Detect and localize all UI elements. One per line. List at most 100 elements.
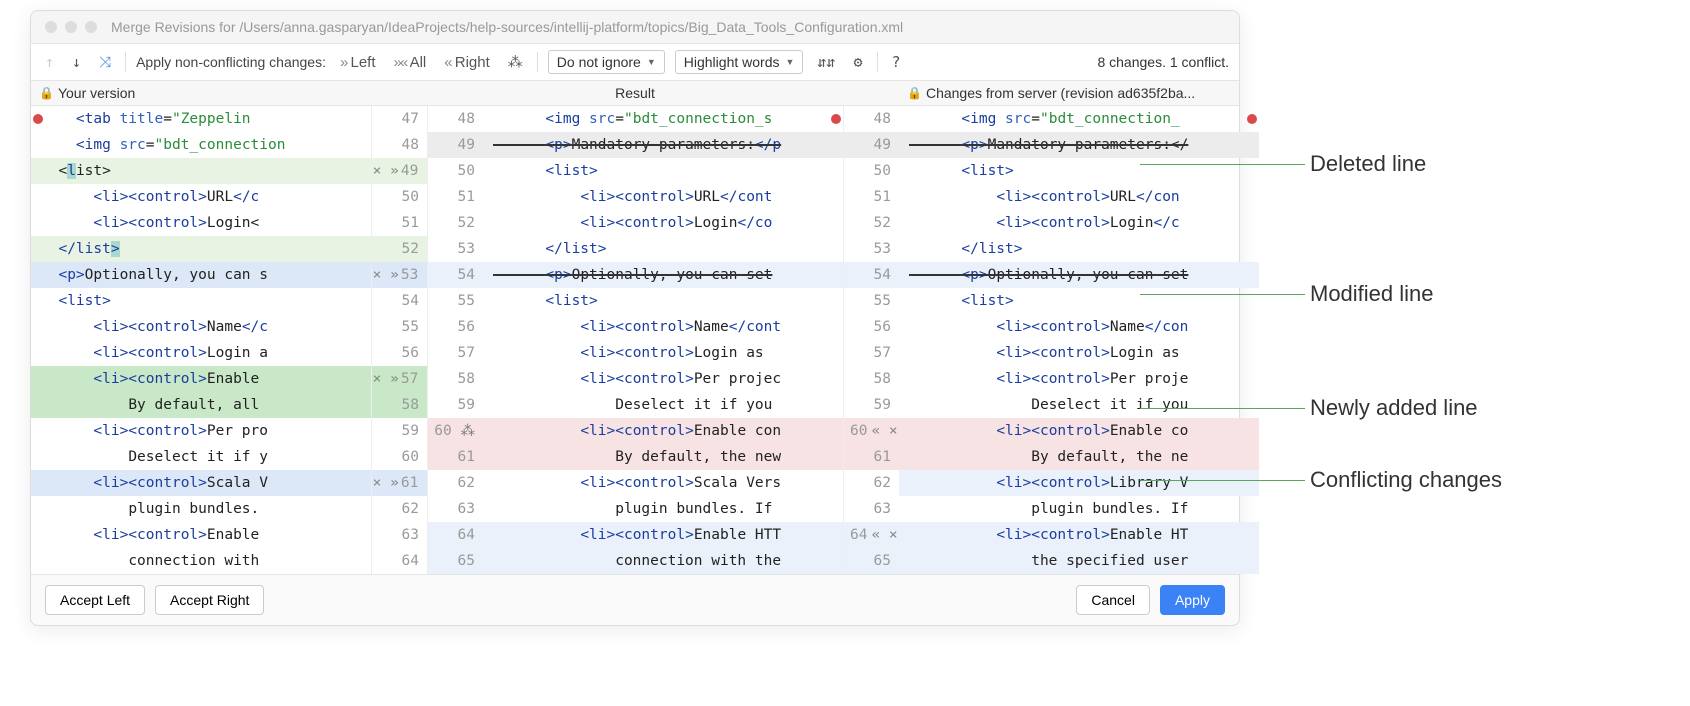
- line-number[interactable]: 50: [371, 184, 427, 210]
- highlight-select[interactable]: Highlight words▼: [675, 50, 804, 74]
- code-line[interactable]: <list>: [483, 288, 843, 314]
- line-number[interactable]: 54: [843, 262, 899, 288]
- code-line[interactable]: plugin bundles. If: [899, 496, 1259, 522]
- code-line[interactable]: <li><control>Login as: [899, 340, 1259, 366]
- wand-icon[interactable]: ⁂: [504, 51, 527, 73]
- apply-left-button[interactable]: » Left: [336, 52, 380, 73]
- code-line[interactable]: <list>: [31, 288, 371, 314]
- apply-chunk-button[interactable]: 64 « ×: [843, 522, 899, 548]
- line-number[interactable]: 52: [371, 236, 427, 262]
- left-gutter[interactable]: 4748× » 49505152× » 53545556× » 57585960…: [371, 106, 427, 574]
- line-number[interactable]: 58: [427, 366, 483, 392]
- line-number[interactable]: 57: [843, 340, 899, 366]
- line-number[interactable]: 50: [843, 158, 899, 184]
- code-line[interactable]: <li><control>Login a: [31, 340, 371, 366]
- code-line[interactable]: <li><control>Scala Vers: [483, 470, 843, 496]
- line-number[interactable]: 47: [371, 106, 427, 132]
- line-number[interactable]: 65: [427, 548, 483, 574]
- apply-button[interactable]: Apply: [1160, 585, 1225, 615]
- zoom-icon[interactable]: [85, 21, 97, 33]
- magic-resolve-button[interactable]: ⤨: [95, 51, 115, 73]
- code-line[interactable]: <list>: [899, 158, 1259, 184]
- line-number[interactable]: 50: [427, 158, 483, 184]
- code-line[interactable]: <li><control>Per proje: [899, 366, 1259, 392]
- code-line[interactable]: </list>: [483, 236, 843, 262]
- code-line[interactable]: <img src="bdt_connection: [31, 132, 371, 158]
- line-number[interactable]: 54: [427, 262, 483, 288]
- mid-gutter[interactable]: 48495051525354555657585960 ⁂6162636465: [427, 106, 483, 574]
- line-number[interactable]: 54: [371, 288, 427, 314]
- line-number[interactable]: 57: [427, 340, 483, 366]
- line-number[interactable]: 48: [371, 132, 427, 158]
- result-pane[interactable]: <img src="bdt_connection_s <p>Mandatory …: [483, 106, 843, 574]
- code-line[interactable]: <img src="bdt_connection_s: [483, 106, 843, 132]
- code-line[interactable]: <li><control>Login</c: [899, 210, 1259, 236]
- code-line[interactable]: plugin bundles.: [31, 496, 371, 522]
- window-controls[interactable]: [45, 21, 97, 33]
- line-number[interactable]: 55: [371, 314, 427, 340]
- code-line[interactable]: <img src="bdt_connection_: [899, 106, 1259, 132]
- line-number[interactable]: 56: [843, 314, 899, 340]
- code-line[interactable]: <p>Mandatory parameters:</p: [483, 132, 843, 158]
- accept-left-button[interactable]: Accept Left: [45, 585, 145, 615]
- line-number[interactable]: 63: [371, 522, 427, 548]
- apply-chunk-button[interactable]: × » 61: [371, 470, 427, 496]
- line-number[interactable]: 61: [843, 444, 899, 470]
- code-line[interactable]: <li><control>Enable con: [483, 418, 843, 444]
- code-line[interactable]: </list>: [31, 236, 371, 262]
- code-line[interactable]: <li><control>Enable: [31, 522, 371, 548]
- code-line[interactable]: Deselect it if you: [899, 392, 1259, 418]
- code-line[interactable]: <list>: [899, 288, 1259, 314]
- line-number[interactable]: 62: [427, 470, 483, 496]
- code-line[interactable]: <p>Optionally, you can set: [899, 262, 1259, 288]
- code-line[interactable]: <li><control>Name</cont: [483, 314, 843, 340]
- line-number[interactable]: 62: [843, 470, 899, 496]
- apply-all-button[interactable]: »« All: [390, 52, 431, 73]
- line-number[interactable]: 65: [843, 548, 899, 574]
- code-line[interactable]: <li><control>Per pro: [31, 418, 371, 444]
- code-line[interactable]: <p>Optionally, you can set: [483, 262, 843, 288]
- line-number[interactable]: 60: [371, 444, 427, 470]
- code-line[interactable]: By default, the ne: [899, 444, 1259, 470]
- code-line[interactable]: <list>: [31, 158, 371, 184]
- code-line[interactable]: connection with the: [483, 548, 843, 574]
- line-number[interactable]: 49: [843, 132, 899, 158]
- right-pane[interactable]: <img src="bdt_connection_ <p>Mandatory p…: [899, 106, 1259, 574]
- apply-chunk-button[interactable]: × » 57: [371, 366, 427, 392]
- line-number[interactable]: 64: [427, 522, 483, 548]
- next-change-button[interactable]: ↓: [68, 51, 85, 73]
- line-number[interactable]: 49: [427, 132, 483, 158]
- line-number[interactable]: 59: [843, 392, 899, 418]
- code-line[interactable]: <li><control>Enable co: [899, 418, 1259, 444]
- line-number[interactable]: 58: [843, 366, 899, 392]
- apply-right-button[interactable]: « Right: [440, 52, 494, 73]
- code-line[interactable]: the specified user: [899, 548, 1259, 574]
- code-line[interactable]: connection with: [31, 548, 371, 574]
- settings-icon[interactable]: ⚙: [849, 51, 866, 73]
- line-number[interactable]: 48: [427, 106, 483, 132]
- line-number[interactable]: 55: [843, 288, 899, 314]
- code-line[interactable]: <li><control>Per projec: [483, 366, 843, 392]
- line-number[interactable]: 59: [371, 418, 427, 444]
- code-line[interactable]: <li><control>Name</con: [899, 314, 1259, 340]
- line-number[interactable]: 55: [427, 288, 483, 314]
- line-number[interactable]: 62: [371, 496, 427, 522]
- ignore-select[interactable]: Do not ignore▼: [548, 50, 665, 74]
- code-line[interactable]: <li><control>Login</co: [483, 210, 843, 236]
- code-line[interactable]: Deselect it if y: [31, 444, 371, 470]
- line-number[interactable]: 59: [427, 392, 483, 418]
- line-number[interactable]: 52: [843, 210, 899, 236]
- code-line[interactable]: By default, the new: [483, 444, 843, 470]
- right-gutter[interactable]: 48495051525354555657585960 « ×61626364 «…: [843, 106, 899, 574]
- line-number[interactable]: 60 ⁂: [427, 418, 483, 444]
- code-line[interactable]: By default, all: [31, 392, 371, 418]
- line-number[interactable]: 56: [427, 314, 483, 340]
- sync-scroll-icon[interactable]: ⇵⇵: [813, 51, 839, 73]
- left-pane[interactable]: <tab title="Zeppelin <img src="bdt_conne…: [31, 106, 371, 574]
- apply-chunk-button[interactable]: 60 « ×: [843, 418, 899, 444]
- code-line[interactable]: plugin bundles. If: [483, 496, 843, 522]
- line-number[interactable]: 53: [843, 236, 899, 262]
- line-number[interactable]: 61: [427, 444, 483, 470]
- line-number[interactable]: 53: [427, 236, 483, 262]
- code-line[interactable]: <li><control>Enable HTT: [483, 522, 843, 548]
